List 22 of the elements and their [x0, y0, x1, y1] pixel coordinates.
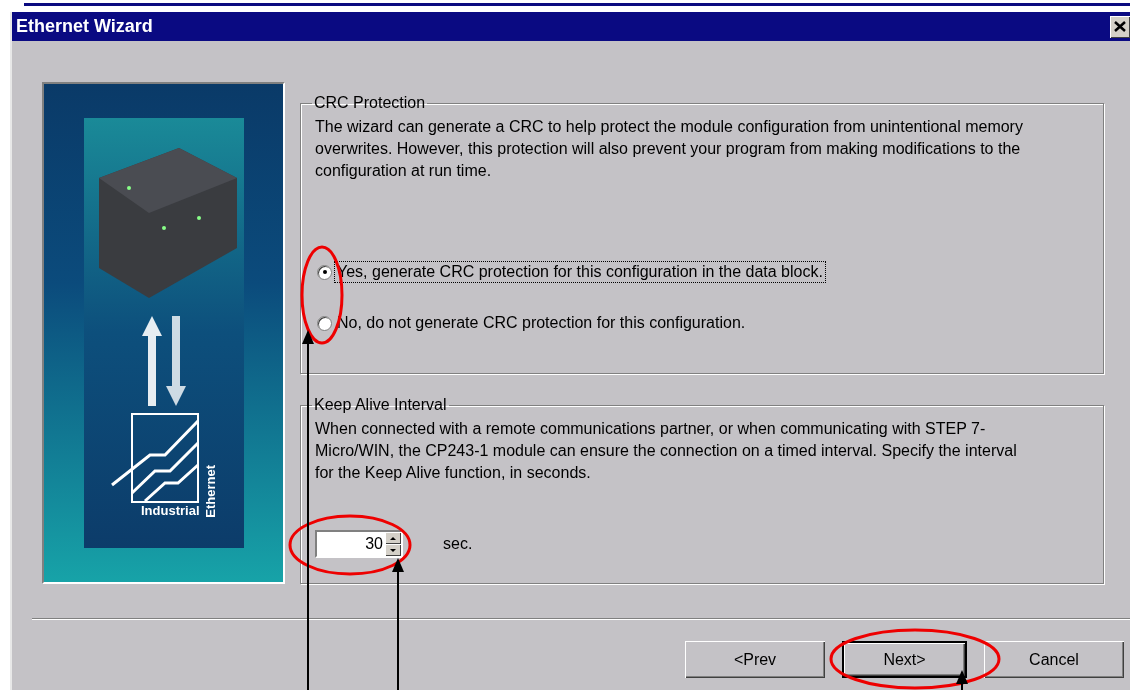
industrial-ethernet-logo-icon	[109, 413, 200, 503]
wizard-button[interactable]: <Prev	[685, 641, 825, 678]
interval-spin-field[interactable]: 30	[315, 530, 403, 558]
window-title: Ethernet Wizard	[16, 16, 153, 37]
description-text: The wizard can generate a CRC to help protect the module configuration from unintentional memory overwrites. However, this protection will also prevent your program from making modifications to the configuration at run time.	[315, 117, 1024, 181]
close-icon	[1114, 21, 1126, 32]
radio-button[interactable]	[317, 264, 332, 280]
up-caret-icon	[390, 536, 396, 540]
down-caret-icon	[390, 548, 396, 552]
description-text: When connected with a remote communications partner, or when communicating with STEP 7-Micro/WIN, the CP243-1 module can ensure the connection on a timed interval. Specify the interval for the Keep Alive function, in seconds.	[315, 419, 1018, 483]
logo-text: Industrial	[141, 503, 200, 518]
unit-label: sec.	[443, 535, 473, 553]
annotation-arrow	[956, 670, 968, 690]
wizard-button[interactable]: Next>	[842, 641, 967, 678]
group-title: Keep Alive Interval	[313, 396, 448, 414]
logo-text: Ethernet	[202, 465, 218, 518]
group-title: CRC Protection	[313, 94, 427, 112]
spin-down-button[interactable]	[385, 544, 401, 556]
close-button[interactable]	[1110, 15, 1130, 38]
spin-up-button[interactable]	[385, 532, 401, 544]
wizard-button[interactable]: Cancel	[984, 641, 1124, 678]
radio-button[interactable]	[317, 315, 332, 331]
